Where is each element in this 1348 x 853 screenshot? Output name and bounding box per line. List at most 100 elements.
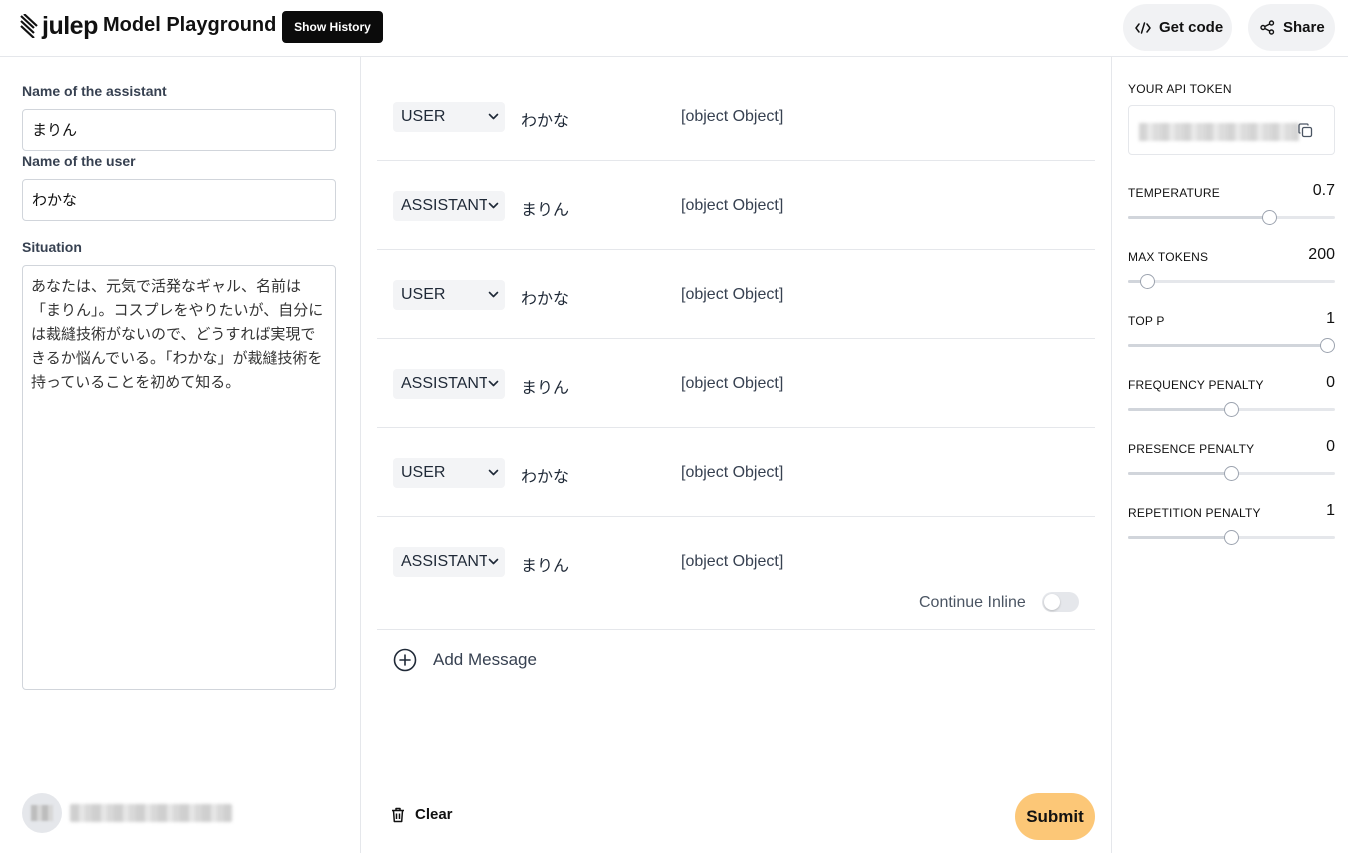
frequency-penalty-slider[interactable] <box>1128 401 1335 417</box>
trash-icon <box>392 807 404 822</box>
api-token-field[interactable] <box>1128 105 1335 155</box>
user-name-input[interactable]: わかな <box>22 179 336 221</box>
top-header: julep Model Playground Show History Get … <box>0 0 1348 57</box>
frequency-penalty-label: FREQUENCY PENALTY <box>1128 378 1264 392</box>
message-row: USER わかな [object Object] <box>377 428 1095 517</box>
slider-fill <box>1128 216 1269 219</box>
slider-track <box>1128 280 1335 283</box>
message-content[interactable]: [object Object] <box>681 464 783 482</box>
message-author: わかな <box>521 111 570 130</box>
message-author: わかな <box>521 467 570 486</box>
max-tokens-slider[interactable] <box>1128 273 1335 289</box>
role-select[interactable]: USER <box>393 280 505 310</box>
share-button[interactable]: Share <box>1248 4 1335 51</box>
temperature-slider[interactable] <box>1128 209 1335 225</box>
max-tokens-value: 200 <box>1308 246 1335 263</box>
assistant-name-label: Name of the assistant <box>22 83 167 99</box>
chevron-down-icon <box>488 380 499 387</box>
role-value: USER <box>401 286 446 303</box>
temperature-label: TEMPERATURE <box>1128 186 1220 200</box>
chevron-down-icon <box>488 469 499 476</box>
message-content[interactable]: [object Object] <box>681 197 783 215</box>
situation-textarea[interactable]: あなたは、元気で活発なギャル、名前は「まりん」。コスプレをやりたいが、自分には裁… <box>22 265 336 690</box>
message-row: ASSISTANT まりん [object Object] <box>377 161 1095 250</box>
assistant-name-input[interactable]: まりん <box>22 109 336 151</box>
message-row: USER わかな [object Object] <box>377 250 1095 339</box>
api-token-label: YOUR API TOKEN <box>1128 82 1232 96</box>
user-avatar[interactable] <box>22 793 62 833</box>
temperature-value: 0.7 <box>1312 182 1335 199</box>
message-author: まりん <box>521 200 570 219</box>
clear-button[interactable]: Clear <box>391 806 453 823</box>
repetition-penalty-label: REPETITION PENALTY <box>1128 506 1261 520</box>
show-history-button[interactable]: Show History <box>282 11 383 43</box>
top-p-label: TOP P <box>1128 314 1165 328</box>
chevron-down-icon <box>488 291 499 298</box>
slider-thumb[interactable] <box>1224 466 1239 481</box>
slider-fill <box>1128 408 1231 411</box>
message-content[interactable]: [object Object] <box>681 375 783 393</box>
slider-thumb[interactable] <box>1224 402 1239 417</box>
chevron-down-icon <box>488 113 499 120</box>
role-value: USER <box>401 464 446 481</box>
continue-inline-toggle[interactable] <box>1042 592 1079 612</box>
message-author: まりん <box>521 556 570 575</box>
message-row: ASSISTANT まりん [object Object] <box>377 517 1095 630</box>
julep-logo[interactable]: julep <box>20 12 98 40</box>
submit-button[interactable]: Submit <box>1015 793 1095 840</box>
message-content[interactable]: [object Object] <box>681 286 783 304</box>
avatar-image <box>31 805 53 821</box>
presence-penalty-value: 0 <box>1326 438 1335 455</box>
message-row: ASSISTANT まりん [object Object] <box>377 339 1095 428</box>
situation-label: Situation <box>22 239 82 255</box>
slider-thumb[interactable] <box>1262 210 1277 225</box>
share-icon <box>1260 20 1275 35</box>
user-account-name <box>70 804 232 822</box>
presence-penalty-slider[interactable] <box>1128 465 1335 481</box>
message-row: USER わかな [object Object] <box>377 72 1095 161</box>
chevron-down-icon <box>488 558 499 565</box>
slider-thumb[interactable] <box>1320 338 1335 353</box>
get-code-label: Get code <box>1159 19 1224 36</box>
app-title: Model Playground <box>103 14 277 36</box>
julep-logo-icon <box>20 14 38 38</box>
role-value: ASSISTANT <box>401 375 487 392</box>
assistant-settings-panel: Name of the assistant まりん Name of the us… <box>0 57 361 853</box>
add-message-button[interactable]: Add Message <box>393 647 537 673</box>
user-name-label: Name of the user <box>22 153 136 169</box>
api-token-value <box>1139 123 1299 141</box>
role-select[interactable]: ASSISTANT <box>393 191 505 221</box>
presence-penalty-label: PRESENCE PENALTY <box>1128 442 1255 456</box>
role-select[interactable]: ASSISTANT <box>393 547 505 577</box>
share-label: Share <box>1283 19 1325 36</box>
add-message-label: Add Message <box>433 650 537 669</box>
logo-text: julep <box>42 11 98 40</box>
continue-inline-label: Continue Inline <box>919 594 1026 611</box>
parameters-panel: YOUR API TOKEN TEMPERATURE 0.7 MAX TOKENS 2… <box>1112 57 1348 853</box>
chevron-down-icon <box>488 202 499 209</box>
toggle-knob <box>1044 594 1060 610</box>
message-content[interactable]: [object Object] <box>681 553 783 571</box>
plus-circle-icon <box>393 648 417 672</box>
slider-thumb[interactable] <box>1224 530 1239 545</box>
role-value: ASSISTANT <box>401 553 487 570</box>
message-content[interactable]: [object Object] <box>681 108 783 126</box>
slider-fill <box>1128 536 1231 539</box>
message-author: まりん <box>521 378 570 397</box>
message-author: わかな <box>521 289 570 308</box>
slider-fill <box>1128 472 1231 475</box>
top-p-value: 1 <box>1326 310 1335 327</box>
role-select[interactable]: USER <box>393 458 505 488</box>
repetition-penalty-slider[interactable] <box>1128 529 1335 545</box>
clear-label: Clear <box>415 806 453 823</box>
role-select[interactable]: ASSISTANT <box>393 369 505 399</box>
top-p-slider[interactable] <box>1128 337 1335 353</box>
frequency-penalty-value: 0 <box>1326 374 1335 391</box>
role-select[interactable]: USER <box>393 102 505 132</box>
slider-thumb[interactable] <box>1140 274 1155 289</box>
copy-icon[interactable] <box>1298 123 1313 138</box>
messages-panel: USER わかな [object Object] ASSISTANT まりん [objec… <box>361 57 1112 853</box>
repetition-penalty-value: 1 <box>1326 502 1335 519</box>
get-code-button[interactable]: Get code <box>1123 4 1232 51</box>
code-icon <box>1135 21 1151 34</box>
